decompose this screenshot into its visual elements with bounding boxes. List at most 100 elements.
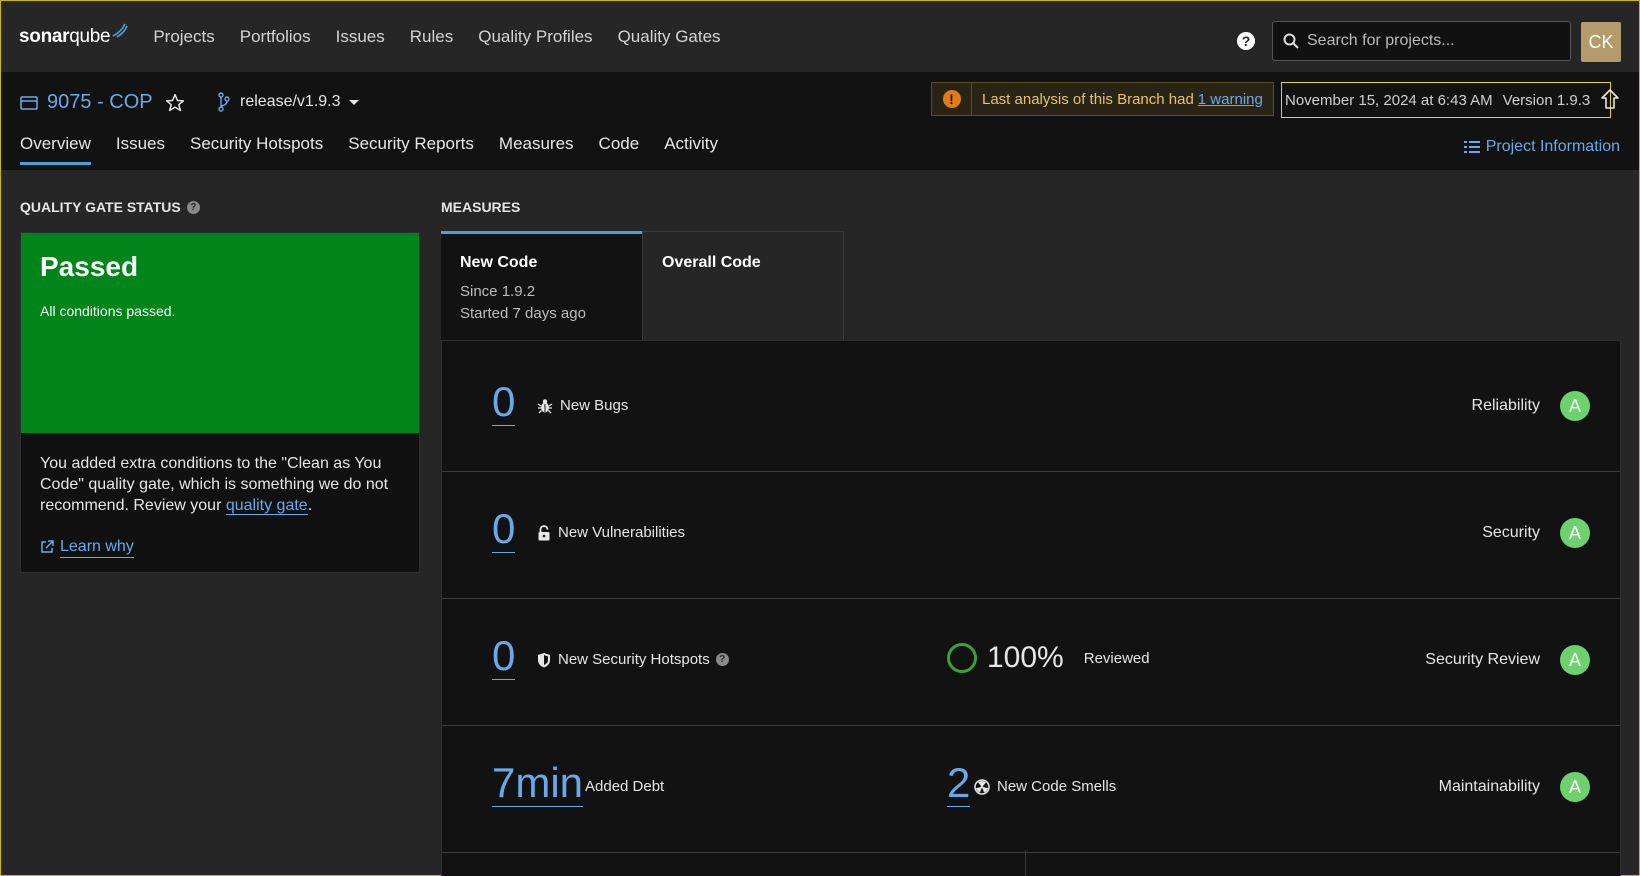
new-bugs-label: New Bugs — [537, 397, 628, 414]
project-tabs: Overview Issues Security Hotspots Securi… — [20, 134, 743, 165]
new-code-smells-label: New Code Smells — [974, 778, 1116, 795]
security-review-label: Security Review — [1425, 651, 1540, 668]
project-information-label: Project Information — [1485, 138, 1620, 155]
new-hotspots-value[interactable]: 0 — [492, 633, 516, 680]
measures-title: MEASURES — [441, 199, 521, 215]
search-input[interactable] — [1307, 32, 1557, 50]
project-version: Version 1.9.3 — [1502, 91, 1591, 109]
new-code-smells-value[interactable]: 2 — [947, 760, 971, 807]
warning-icon: ! — [942, 90, 961, 108]
search-icon — [1283, 33, 1299, 49]
code-smell-icon — [974, 778, 990, 795]
reliability-label: Reliability — [1471, 397, 1540, 414]
home-branch-icon[interactable] — [1600, 88, 1620, 110]
quality-gate-note-text: You added extra conditions to the "Clean… — [40, 455, 389, 514]
reliability-grade[interactable]: A — [1560, 391, 1590, 421]
lock-icon — [538, 524, 550, 540]
project-information-link[interactable]: Project Information — [1463, 138, 1620, 156]
overall-code-title: Overall Code — [662, 254, 761, 271]
logo-text-b: qube — [69, 25, 111, 47]
security-label: Security — [1482, 524, 1540, 541]
new-hotspots-text: New Security Hotspots — [558, 651, 710, 668]
nav-issues[interactable]: Issues — [336, 27, 385, 47]
branch-icon — [218, 92, 230, 112]
tab-measures[interactable]: Measures — [499, 134, 574, 165]
quality-gate-title: QUALITY GATE STATUS ? — [20, 199, 200, 215]
project-icon — [20, 95, 38, 110]
measure-row-bugs: 0 New Bugs Reliability A — [442, 341, 1620, 472]
warning-icon-box: ! — [932, 83, 972, 115]
quality-gate-card: Passed All conditions passed. You added … — [20, 232, 420, 573]
project-title: 9075 - COP — [20, 91, 185, 114]
list-icon — [1463, 141, 1480, 153]
reviewed-percent[interactable]: 100% — [987, 641, 1064, 675]
help-icon[interactable]: ? — [1237, 32, 1255, 50]
quality-gate-link[interactable]: quality gate — [225, 497, 308, 515]
new-code-since: Since 1.9.2 — [460, 283, 536, 300]
quality-gate-note-end: . — [307, 497, 313, 514]
quality-gate-status: Passed — [40, 251, 139, 282]
help-icon[interactable]: ? — [715, 653, 729, 666]
project-header: 9075 - COP release/v1.9.3 ! Last analysi… — [1, 72, 1639, 170]
warning-text: Last analysis of this Branch had — [982, 90, 1194, 108]
new-vulnerabilities-label: New Vulnerabilities — [537, 524, 685, 541]
hotspots-reviewed: 100% Reviewed — [947, 641, 1150, 675]
added-debt-value[interactable]: 7min — [492, 760, 584, 807]
nav-portfolios[interactable]: Portfolios — [240, 27, 311, 47]
help-icon[interactable]: ? — [186, 200, 200, 214]
branch-selector[interactable]: release/v1.9.3 — [218, 92, 359, 112]
external-link-icon — [41, 540, 54, 553]
tab-activity[interactable]: Activity — [664, 134, 718, 165]
divider — [1025, 850, 1026, 876]
measure-row-hotspots: 0 New Security Hotspots ? 100% Reviewed … — [442, 595, 1620, 726]
reviewed-donut-icon — [947, 643, 977, 673]
new-bugs-value[interactable]: 0 — [492, 379, 516, 426]
quality-gate-note: You added extra conditions to the "Clean… — [21, 433, 419, 578]
tab-issues[interactable]: Issues — [116, 134, 165, 165]
favorite-star-icon[interactable] — [165, 93, 185, 113]
new-hotspots-label: New Security Hotspots ? — [537, 651, 729, 668]
new-vulnerabilities-value[interactable]: 0 — [492, 506, 516, 553]
quality-gate-subtitle: All conditions passed. — [40, 303, 176, 319]
measure-row-vulnerabilities: 0 New Vulnerabilities Security A — [442, 468, 1620, 599]
measure-row-maintainability: 7min Added Debt 2 New Code Smells Mainta… — [442, 722, 1620, 853]
analysis-date: November 15, 2024 at 6:43 AM — [1285, 91, 1493, 109]
user-avatar[interactable]: CK — [1581, 22, 1621, 62]
bug-icon — [537, 398, 553, 413]
tab-overview[interactable]: Overview — [20, 134, 91, 165]
new-code-smells-text: New Code Smells — [997, 778, 1117, 795]
top-navbar: sonar qube Projects Portfolios Issues Rul… — [1, 1, 1639, 72]
tab-security-reports[interactable]: Security Reports — [348, 134, 474, 165]
nav-quality-profiles[interactable]: Quality Profiles — [478, 27, 592, 47]
reviewed-label: Reviewed — [1083, 649, 1150, 667]
quality-gate-title-text: QUALITY GATE STATUS — [20, 199, 181, 215]
security-grade[interactable]: A — [1560, 518, 1590, 548]
chevron-down-icon — [348, 99, 359, 105]
security-review-grade[interactable]: A — [1560, 645, 1590, 675]
learn-why-label: Learn why — [60, 536, 134, 558]
learn-why-link[interactable]: Learn why — [40, 536, 400, 558]
analysis-warning: ! Last analysis of this Branch had 1 war… — [931, 82, 1274, 116]
new-bugs-text: New Bugs — [560, 397, 629, 414]
added-debt-label: Added Debt — [585, 778, 665, 795]
new-code-started: Started 7 days ago — [460, 305, 586, 322]
tab-code[interactable]: Code — [599, 134, 640, 165]
maintainability-grade[interactable]: A — [1560, 772, 1590, 802]
maintainability-label: Maintainability — [1438, 778, 1540, 795]
new-vulnerabilities-text: New Vulnerabilities — [558, 524, 686, 541]
project-name-link[interactable]: 9075 - COP — [47, 91, 153, 114]
sonarqube-logo[interactable]: sonar qube — [19, 23, 129, 48]
nav-projects[interactable]: Projects — [153, 27, 214, 47]
project-search[interactable] — [1272, 21, 1571, 61]
nav-rules[interactable]: Rules — [410, 27, 453, 47]
new-code-title: New Code — [460, 254, 538, 271]
analysis-meta: November 15, 2024 at 6:43 AM Version 1.9… — [1281, 82, 1611, 118]
tab-new-code[interactable]: New Code Since 1.9.2 Started 7 days ago — [441, 231, 642, 341]
nav-quality-gates[interactable]: Quality Gates — [618, 27, 721, 47]
warning-link[interactable]: 1 warning — [1198, 91, 1263, 108]
logo-text-a: sonar — [19, 25, 70, 47]
tab-security-hotspots[interactable]: Security Hotspots — [190, 134, 323, 165]
quality-gate-status-panel: Passed All conditions passed. — [21, 233, 419, 433]
tab-overall-code[interactable]: Overall Code — [642, 231, 844, 341]
main-menu: Projects Portfolios Issues Rules Quality… — [153, 27, 745, 47]
